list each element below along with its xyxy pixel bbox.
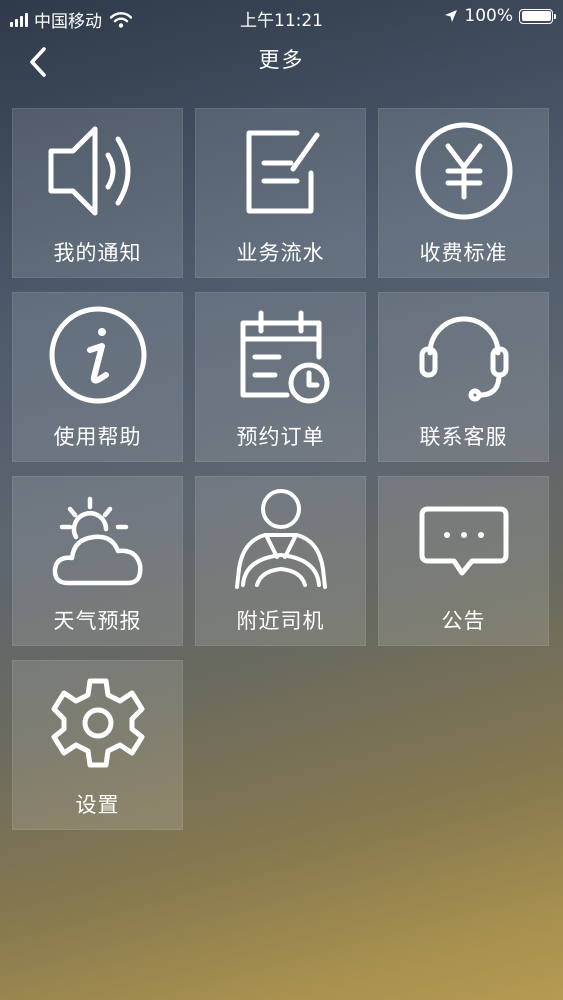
menu-item-announcements[interactable]: 公告 [378, 476, 549, 646]
menu-item-label: 附近司机 [236, 609, 325, 633]
menu-item-customer-service[interactable]: 联系客服 [378, 292, 549, 462]
battery-icon [519, 8, 556, 24]
status-bar: 中国移动 上午11:21 100% [0, 0, 563, 34]
menu-item-settings[interactable]: 设置 [12, 660, 183, 830]
calendar-clock-icon [231, 305, 331, 405]
headset-icon [414, 305, 514, 405]
driver-icon [231, 489, 331, 589]
menu-item-transactions[interactable]: 业务流水 [195, 108, 366, 278]
location-arrow-icon [444, 9, 458, 23]
info-icon [48, 305, 148, 405]
edit-note-icon [231, 121, 331, 221]
menu-item-weather[interactable]: 天气预报 [12, 476, 183, 646]
menu-item-help[interactable]: 使用帮助 [12, 292, 183, 462]
battery-percent: 100% [464, 6, 513, 26]
menu-item-label: 业务流水 [236, 241, 325, 265]
gear-icon [48, 673, 148, 773]
menu-item-label: 收费标准 [419, 241, 508, 265]
yen-icon [414, 121, 514, 221]
menu-item-label: 设置 [75, 793, 120, 817]
menu-item-label: 天气预报 [53, 609, 142, 633]
menu-item-pricing[interactable]: 收费标准 [378, 108, 549, 278]
menu-item-reservations[interactable]: 预约订单 [195, 292, 366, 462]
page-title: 更多 [258, 48, 305, 72]
chat-bubble-icon [414, 489, 514, 589]
menu-item-label: 我的通知 [53, 241, 142, 265]
menu-item-label: 公告 [441, 609, 486, 633]
nav-bar: 更多 [0, 34, 563, 94]
menu-item-notifications[interactable]: 我的通知 [12, 108, 183, 278]
menu-item-nearby-drivers[interactable]: 附近司机 [195, 476, 366, 646]
menu-item-label: 联系客服 [419, 425, 508, 449]
speaker-icon [48, 121, 148, 221]
menu-item-label: 预约订单 [236, 425, 325, 449]
status-right: 100% [444, 6, 556, 26]
weather-icon [48, 489, 148, 589]
menu-item-label: 使用帮助 [53, 425, 142, 449]
